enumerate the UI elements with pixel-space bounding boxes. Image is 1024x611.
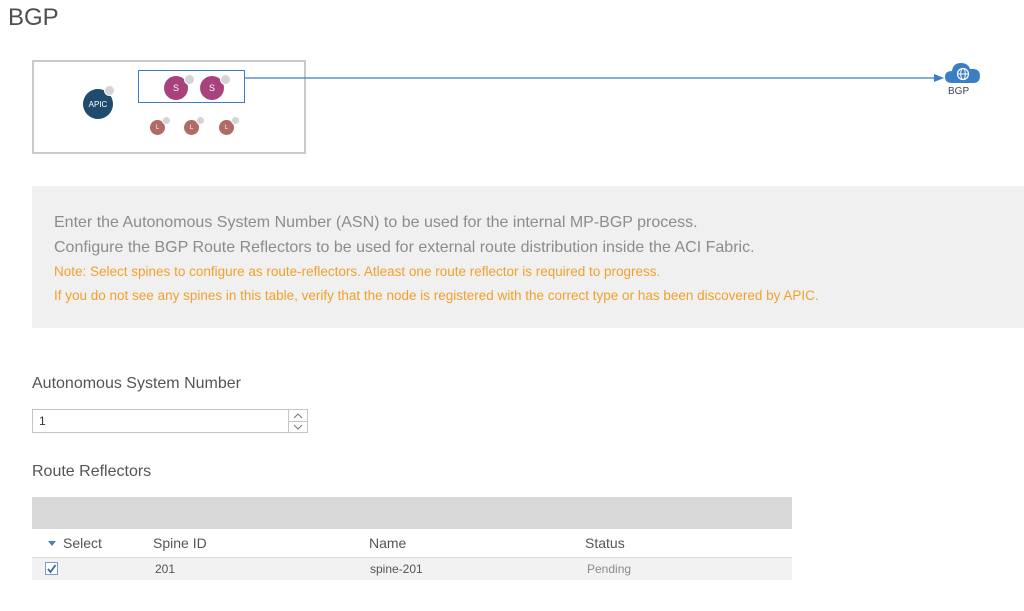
node-badge: [184, 74, 195, 85]
chevron-down-icon: [293, 424, 303, 430]
stepper-down-button[interactable]: [289, 421, 307, 432]
node-badge: [196, 116, 205, 125]
cloud-icon: [945, 63, 980, 83]
chevron-up-icon: [293, 412, 303, 418]
column-header-spine-id[interactable]: Spine ID: [153, 535, 207, 551]
node-badge: [162, 116, 171, 125]
route-reflectors-table: Select Spine ID Name Status 201 spine-20…: [32, 497, 792, 580]
route-reflectors-label: Route Reflectors: [32, 463, 152, 480]
note-line-select-spines: Note: Select spines to configure as rout…: [54, 264, 661, 279]
asn-stepper-controls: [288, 410, 307, 432]
asn-label: Autonomous System Number: [32, 375, 241, 392]
row-select-checkbox[interactable]: [45, 562, 58, 575]
asn-stepper: [32, 409, 308, 433]
cell-name: spine-201: [370, 562, 423, 576]
info-line-route-reflectors: Configure the BGP Route Reflectors to be…: [54, 239, 755, 256]
node-badge: [231, 116, 240, 125]
page-title: BGP: [8, 4, 59, 31]
node-badge: [104, 85, 115, 96]
column-header-status[interactable]: Status: [585, 535, 625, 551]
table-header: Select Spine ID Name Status: [32, 529, 792, 558]
bgp-connector-arrow: [244, 74, 944, 82]
sort-caret-icon[interactable]: [48, 541, 56, 546]
bgp-external-label: BGP: [948, 86, 970, 97]
cell-status: Pending: [587, 562, 632, 576]
column-header-select[interactable]: Select: [63, 535, 102, 551]
note-line-no-spines: If you do not see any spines in this tab…: [54, 288, 819, 303]
asn-input[interactable]: [39, 413, 279, 429]
info-panel: Enter the Autonomous System Number (ASN)…: [32, 186, 1024, 328]
node-badge: [220, 74, 231, 85]
column-header-name[interactable]: Name: [369, 535, 406, 551]
table-row[interactable]: 201 spine-201 Pending: [32, 558, 792, 580]
checkmark-icon: [47, 564, 57, 574]
cell-spine-id: 201: [155, 562, 176, 576]
table-toolbar: [32, 497, 792, 529]
info-line-asn: Enter the Autonomous System Number (ASN)…: [54, 214, 698, 231]
